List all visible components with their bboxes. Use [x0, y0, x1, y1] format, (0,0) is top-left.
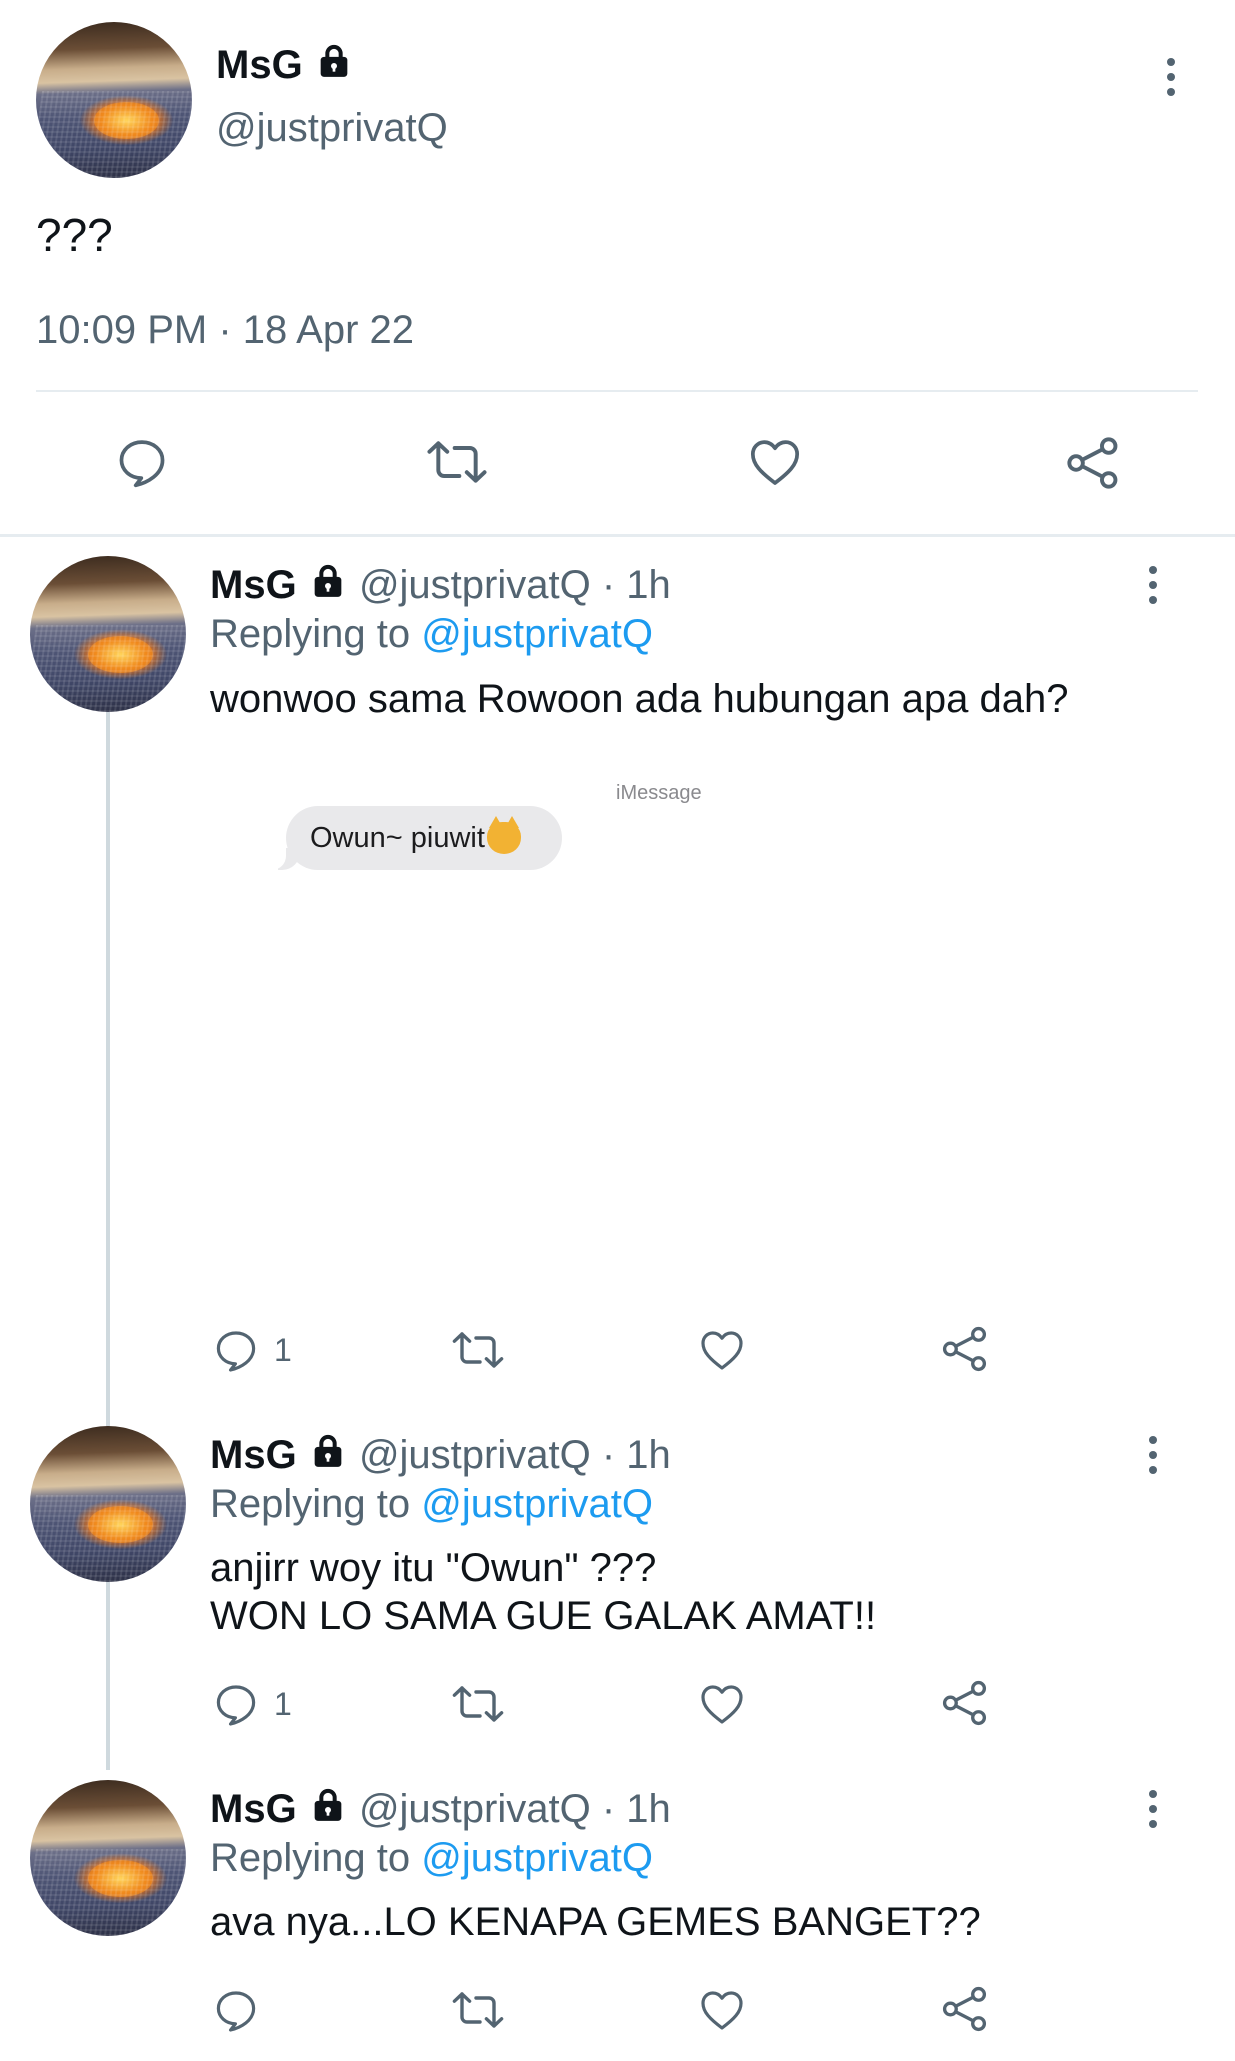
reply-icon	[216, 1331, 256, 1372]
like-button[interactable]	[746, 434, 804, 490]
heart-icon	[701, 1685, 743, 1724]
share-button[interactable]	[940, 1678, 990, 1728]
replying-to-label: Replying to	[210, 1482, 411, 1526]
retweet-icon	[452, 1686, 504, 1722]
divider	[36, 390, 1198, 392]
reply-button[interactable]: 1	[212, 1680, 292, 1728]
heart-icon	[750, 440, 800, 485]
avatar[interactable]	[30, 1780, 186, 1936]
message-bubble: Owun~ piuwit	[268, 806, 562, 870]
section-divider	[0, 534, 1235, 537]
lock-icon	[314, 41, 354, 93]
like-button[interactable]	[698, 1986, 746, 2034]
reply-text-line: wonwoo sama Rowoon ada hubungan apa dah?	[210, 677, 1069, 721]
tweet-text: ???	[36, 209, 113, 261]
heart-icon	[701, 1331, 743, 1370]
display-name[interactable]: MsG	[210, 1787, 297, 1831]
reply-icon	[216, 1685, 256, 1726]
replying-to-handle[interactable]: @justprivatQ	[421, 612, 653, 656]
share-icon	[942, 1680, 987, 1726]
reply-count: 1	[274, 1685, 292, 1722]
reply-button[interactable]	[212, 1986, 274, 2034]
handle-and-time[interactable]: @justprivatQ · 1h	[359, 563, 671, 607]
like-button[interactable]	[698, 1326, 746, 1374]
retweet-icon	[427, 441, 487, 483]
reply-header: MsG @justprivatQ · 1h	[210, 560, 671, 613]
reply-media[interactable]: iMessage Owun~ piuwit	[210, 756, 1210, 1286]
reply-header: MsG @justprivatQ · 1h	[210, 1784, 671, 1837]
reply-icon	[119, 440, 165, 488]
reply-button[interactable]	[114, 434, 170, 490]
heart-icon	[701, 1991, 743, 2030]
more-vertical-icon[interactable]	[1146, 1436, 1160, 1481]
reply-text-line: WON LO SAMA GUE GALAK AMAT!!	[210, 1594, 877, 1638]
retweet-button[interactable]	[424, 434, 490, 490]
author-handle[interactable]: @justprivatQ	[216, 106, 448, 151]
share-button[interactable]	[940, 1984, 990, 2034]
thread-line	[106, 712, 110, 1770]
reply-header: MsG @justprivatQ · 1h	[210, 1430, 671, 1483]
display-name[interactable]: MsG	[210, 563, 297, 607]
like-button[interactable]	[698, 1680, 746, 1728]
avatar[interactable]	[30, 556, 186, 712]
reply-text: anjirr woy itu "Owun" ??? WON LO SAMA GU…	[210, 1544, 876, 1640]
replying-to: Replying to @justprivatQ	[210, 1832, 653, 1884]
reply-text-line: anjirr woy itu "Owun" ???	[210, 1546, 657, 1590]
handle-and-time[interactable]: @justprivatQ · 1h	[359, 1433, 671, 1477]
reply-text-line: ava nya...LO KENAPA GEMES BANGET??	[210, 1900, 981, 1944]
lock-icon	[308, 1785, 348, 1837]
retweet-button[interactable]	[450, 1326, 506, 1374]
replying-to-label: Replying to	[210, 1836, 411, 1880]
avatar[interactable]	[30, 1426, 186, 1582]
reply-text: ava nya...LO KENAPA GEMES BANGET??	[210, 1898, 981, 1946]
lock-icon	[308, 561, 348, 613]
reply-button[interactable]: 1	[212, 1326, 292, 1374]
replying-to-handle[interactable]: @justprivatQ	[421, 1836, 653, 1880]
retweet-button[interactable]	[450, 1680, 506, 1728]
more-vertical-icon[interactable]	[1164, 58, 1178, 103]
retweet-icon	[452, 1992, 504, 2028]
share-button[interactable]	[1064, 434, 1122, 492]
replying-to: Replying to @justprivatQ	[210, 608, 653, 660]
replying-to-handle[interactable]: @justprivatQ	[421, 1482, 653, 1526]
display-name[interactable]: MsG	[210, 1433, 297, 1477]
reply-text: wonwoo sama Rowoon ada hubungan apa dah?	[210, 674, 1068, 724]
retweet-icon	[452, 1332, 504, 1368]
handle-and-time[interactable]: @justprivatQ · 1h	[359, 1787, 671, 1831]
replying-to: Replying to @justprivatQ	[210, 1478, 653, 1530]
more-vertical-icon[interactable]	[1146, 566, 1160, 611]
reply-count: 1	[274, 1331, 292, 1368]
share-icon	[942, 1326, 987, 1372]
lock-icon	[308, 1431, 348, 1483]
author-name-row[interactable]: MsG	[216, 40, 354, 93]
more-vertical-icon[interactable]	[1146, 1790, 1160, 1835]
share-icon	[1067, 437, 1118, 489]
display-name: MsG	[216, 43, 303, 87]
share-icon	[942, 1986, 987, 2032]
share-button[interactable]	[940, 1324, 990, 1374]
bubble-text: Owun~ piuwit	[310, 821, 485, 854]
kissing-cat-emoji	[486, 816, 521, 854]
avatar[interactable]	[36, 22, 192, 178]
reply-icon	[216, 1991, 256, 2032]
retweet-button[interactable]	[450, 1986, 506, 2034]
tweet-timestamp[interactable]: 10:09 PM · 18 Apr 22	[36, 308, 414, 353]
replying-to-label: Replying to	[210, 612, 411, 656]
imessage-label: iMessage	[616, 782, 702, 804]
